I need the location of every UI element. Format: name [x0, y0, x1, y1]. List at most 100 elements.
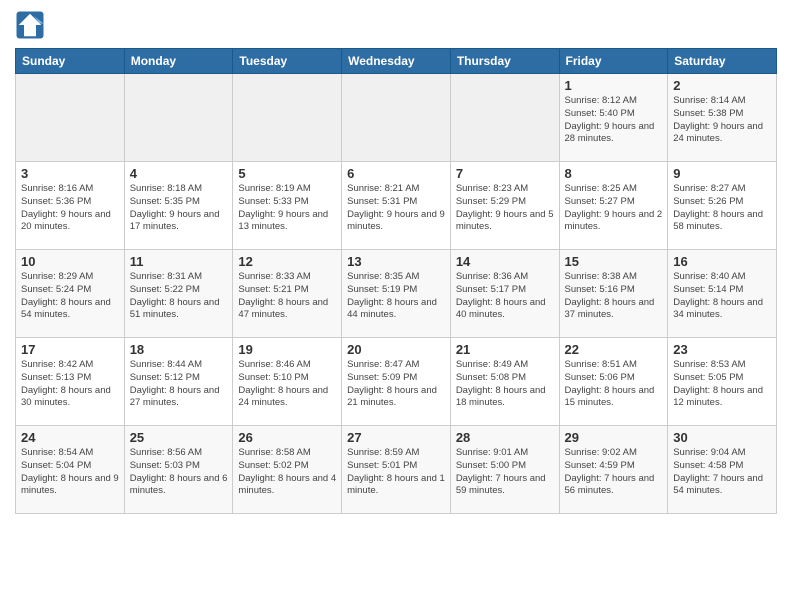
day-info: Sunrise: 8:23 AM Sunset: 5:29 PM Dayligh… — [456, 183, 554, 234]
calendar-cell: 9 Sunrise: 8:27 AM Sunset: 5:26 PM Daylig… — [668, 162, 777, 250]
day-info: Sunrise: 8:51 AM Sunset: 5:06 PM Dayligh… — [565, 359, 663, 410]
day-number: 4 — [130, 166, 228, 181]
day-info: Sunrise: 8:36 AM Sunset: 5:17 PM Dayligh… — [456, 271, 554, 322]
day-number: 16 — [673, 254, 771, 269]
calendar-cell: 18 Sunrise: 8:44 AM Sunset: 5:12 PM Dayli… — [124, 338, 233, 426]
day-number: 11 — [130, 254, 228, 269]
calendar-cell — [342, 74, 451, 162]
day-info: Sunrise: 8:27 AM Sunset: 5:26 PM Dayligh… — [673, 183, 771, 234]
calendar-cell: 11 Sunrise: 8:31 AM Sunset: 5:22 PM Dayli… — [124, 250, 233, 338]
day-number: 25 — [130, 430, 228, 445]
weekday-header-monday: Monday — [124, 49, 233, 74]
day-info: Sunrise: 8:25 AM Sunset: 5:27 PM Dayligh… — [565, 183, 663, 234]
day-number: 10 — [21, 254, 119, 269]
day-info: Sunrise: 8:33 AM Sunset: 5:21 PM Dayligh… — [238, 271, 336, 322]
calendar-cell: 20 Sunrise: 8:47 AM Sunset: 5:09 PM Dayli… — [342, 338, 451, 426]
day-number: 22 — [565, 342, 663, 357]
calendar-cell: 10 Sunrise: 8:29 AM Sunset: 5:24 PM Dayli… — [16, 250, 125, 338]
day-info: Sunrise: 8:54 AM Sunset: 5:04 PM Dayligh… — [21, 447, 119, 498]
day-info: Sunrise: 8:58 AM Sunset: 5:02 PM Dayligh… — [238, 447, 336, 498]
calendar-cell: 2 Sunrise: 8:14 AM Sunset: 5:38 PM Daylig… — [668, 74, 777, 162]
day-info: Sunrise: 8:31 AM Sunset: 5:22 PM Dayligh… — [130, 271, 228, 322]
calendar-cell: 12 Sunrise: 8:33 AM Sunset: 5:21 PM Dayli… — [233, 250, 342, 338]
day-info: Sunrise: 8:29 AM Sunset: 5:24 PM Dayligh… — [21, 271, 119, 322]
day-info: Sunrise: 8:47 AM Sunset: 5:09 PM Dayligh… — [347, 359, 445, 410]
day-number: 6 — [347, 166, 445, 181]
calendar-cell — [16, 74, 125, 162]
day-info: Sunrise: 8:35 AM Sunset: 5:19 PM Dayligh… — [347, 271, 445, 322]
day-number: 7 — [456, 166, 554, 181]
day-number: 3 — [21, 166, 119, 181]
day-info: Sunrise: 8:12 AM Sunset: 5:40 PM Dayligh… — [565, 95, 663, 146]
day-info: Sunrise: 8:19 AM Sunset: 5:33 PM Dayligh… — [238, 183, 336, 234]
calendar-cell: 13 Sunrise: 8:35 AM Sunset: 5:19 PM Dayli… — [342, 250, 451, 338]
day-number: 2 — [673, 78, 771, 93]
weekday-header-wednesday: Wednesday — [342, 49, 451, 74]
calendar-cell: 24 Sunrise: 8:54 AM Sunset: 5:04 PM Dayli… — [16, 426, 125, 514]
day-number: 27 — [347, 430, 445, 445]
day-number: 23 — [673, 342, 771, 357]
day-info: Sunrise: 8:42 AM Sunset: 5:13 PM Dayligh… — [21, 359, 119, 410]
day-info: Sunrise: 8:14 AM Sunset: 5:38 PM Dayligh… — [673, 95, 771, 146]
calendar-cell: 4 Sunrise: 8:18 AM Sunset: 5:35 PM Daylig… — [124, 162, 233, 250]
calendar-cell: 15 Sunrise: 8:38 AM Sunset: 5:16 PM Dayli… — [559, 250, 668, 338]
day-info: Sunrise: 9:04 AM Sunset: 4:58 PM Dayligh… — [673, 447, 771, 498]
calendar-cell: 6 Sunrise: 8:21 AM Sunset: 5:31 PM Daylig… — [342, 162, 451, 250]
calendar-cell: 3 Sunrise: 8:16 AM Sunset: 5:36 PM Daylig… — [16, 162, 125, 250]
calendar-cell: 23Sunrise: 8:53 AM Sunset: 5:05 PM Dayli… — [668, 338, 777, 426]
day-info: Sunrise: 9:02 AM Sunset: 4:59 PM Dayligh… — [565, 447, 663, 498]
calendar-cell: 26 Sunrise: 8:58 AM Sunset: 5:02 PM Dayli… — [233, 426, 342, 514]
calendar-cell: 22 Sunrise: 8:51 AM Sunset: 5:06 PM Dayli… — [559, 338, 668, 426]
day-number: 14 — [456, 254, 554, 269]
day-number: 29 — [565, 430, 663, 445]
calendar-cell: 25 Sunrise: 8:56 AM Sunset: 5:03 PM Dayli… — [124, 426, 233, 514]
day-number: 12 — [238, 254, 336, 269]
calendar-cell: 28Sunrise: 9:01 AM Sunset: 5:00 PM Dayli… — [450, 426, 559, 514]
calendar-cell: 5 Sunrise: 8:19 AM Sunset: 5:33 PM Daylig… — [233, 162, 342, 250]
day-info: Sunrise: 8:59 AM Sunset: 5:01 PM Dayligh… — [347, 447, 445, 498]
day-info: Sunrise: 8:49 AM Sunset: 5:08 PM Dayligh… — [456, 359, 554, 410]
day-number: 26 — [238, 430, 336, 445]
calendar-cell — [233, 74, 342, 162]
day-number: 5 — [238, 166, 336, 181]
day-number: 1 — [565, 78, 663, 93]
day-info: Sunrise: 8:38 AM Sunset: 5:16 PM Dayligh… — [565, 271, 663, 322]
day-number: 24 — [21, 430, 119, 445]
logo-icon — [15, 10, 45, 40]
calendar-cell: 8 Sunrise: 8:25 AM Sunset: 5:27 PM Daylig… — [559, 162, 668, 250]
calendar-cell — [124, 74, 233, 162]
calendar-cell: 19 Sunrise: 8:46 AM Sunset: 5:10 PM Dayli… — [233, 338, 342, 426]
day-info: Sunrise: 8:21 AM Sunset: 5:31 PM Dayligh… — [347, 183, 445, 234]
day-info: Sunrise: 8:56 AM Sunset: 5:03 PM Dayligh… — [130, 447, 228, 498]
day-number: 13 — [347, 254, 445, 269]
calendar: SundayMondayTuesdayWednesdayThursdayFrid… — [15, 48, 777, 514]
day-number: 21 — [456, 342, 554, 357]
day-info: Sunrise: 8:44 AM Sunset: 5:12 PM Dayligh… — [130, 359, 228, 410]
day-number: 9 — [673, 166, 771, 181]
calendar-cell — [450, 74, 559, 162]
calendar-cell: 30 Sunrise: 9:04 AM Sunset: 4:58 PM Dayli… — [668, 426, 777, 514]
day-info: Sunrise: 8:18 AM Sunset: 5:35 PM Dayligh… — [130, 183, 228, 234]
calendar-cell: 27 Sunrise: 8:59 AM Sunset: 5:01 PM Dayli… — [342, 426, 451, 514]
logo — [15, 10, 49, 40]
calendar-cell: 7 Sunrise: 8:23 AM Sunset: 5:29 PM Daylig… — [450, 162, 559, 250]
weekday-header-tuesday: Tuesday — [233, 49, 342, 74]
day-info: Sunrise: 8:46 AM Sunset: 5:10 PM Dayligh… — [238, 359, 336, 410]
day-info: Sunrise: 8:16 AM Sunset: 5:36 PM Dayligh… — [21, 183, 119, 234]
day-number: 19 — [238, 342, 336, 357]
calendar-cell: 1 Sunrise: 8:12 AM Sunset: 5:40 PM Daylig… — [559, 74, 668, 162]
day-number: 17 — [21, 342, 119, 357]
day-number: 18 — [130, 342, 228, 357]
weekday-header-thursday: Thursday — [450, 49, 559, 74]
calendar-cell: 14 Sunrise: 8:36 AM Sunset: 5:17 PM Dayli… — [450, 250, 559, 338]
day-number: 15 — [565, 254, 663, 269]
weekday-header-sunday: Sunday — [16, 49, 125, 74]
day-number: 8 — [565, 166, 663, 181]
day-number: 30 — [673, 430, 771, 445]
calendar-cell: 16 Sunrise: 8:40 AM Sunset: 5:14 PM Dayli… — [668, 250, 777, 338]
day-number: 20 — [347, 342, 445, 357]
calendar-cell: 21 Sunrise: 8:49 AM Sunset: 5:08 PM Dayli… — [450, 338, 559, 426]
day-number: 28 — [456, 430, 554, 445]
weekday-header-saturday: Saturday — [668, 49, 777, 74]
day-info: Sunrise: 8:40 AM Sunset: 5:14 PM Dayligh… — [673, 271, 771, 322]
